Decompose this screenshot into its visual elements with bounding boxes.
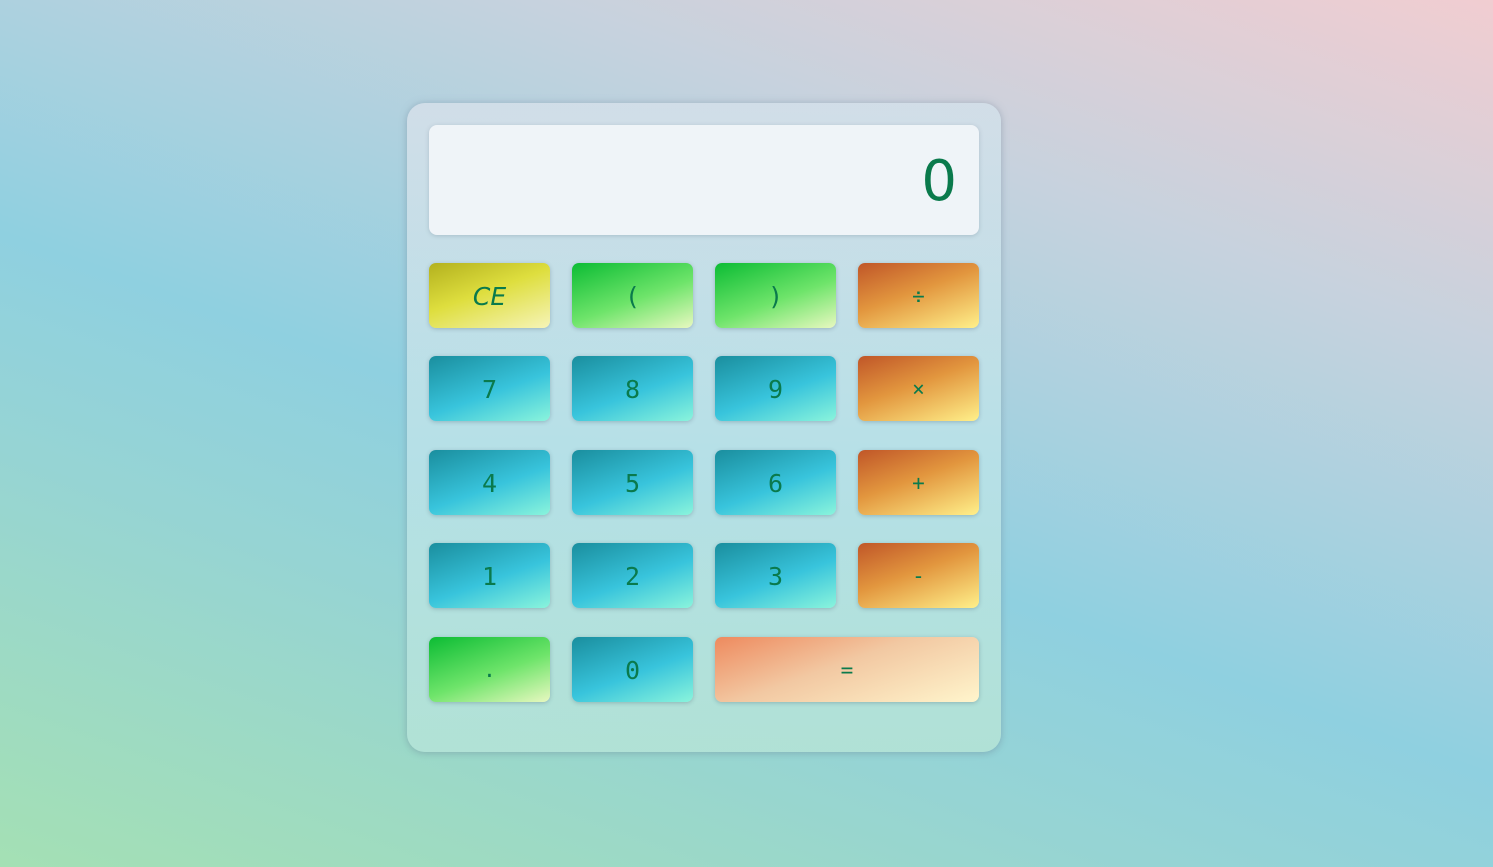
decimal-button[interactable]: . <box>429 637 550 702</box>
digit-9-button[interactable]: 9 <box>715 356 836 421</box>
display: 0 <box>429 125 979 235</box>
display-value: 0 <box>921 149 957 214</box>
digit-8-button[interactable]: 8 <box>572 356 693 421</box>
multiply-button[interactable]: × <box>858 356 979 421</box>
divide-button[interactable]: ÷ <box>858 263 979 328</box>
digit-6-button[interactable]: 6 <box>715 450 836 515</box>
digit-2-button[interactable]: 2 <box>572 543 693 608</box>
clear-entry-button[interactable]: CE <box>429 263 550 328</box>
equals-button[interactable]: = <box>715 637 979 702</box>
open-paren-button[interactable]: ( <box>572 263 693 328</box>
close-paren-button[interactable]: ) <box>715 263 836 328</box>
digit-4-button[interactable]: 4 <box>429 450 550 515</box>
digit-3-button[interactable]: 3 <box>715 543 836 608</box>
digit-0-button[interactable]: 0 <box>572 637 693 702</box>
digit-1-button[interactable]: 1 <box>429 543 550 608</box>
digit-5-button[interactable]: 5 <box>572 450 693 515</box>
calculator: 0 CE ( ) ÷ 7 8 9 × 4 5 6 + 1 2 3 - . 0 = <box>407 103 1001 752</box>
digit-7-button[interactable]: 7 <box>429 356 550 421</box>
add-button[interactable]: + <box>858 450 979 515</box>
subtract-button[interactable]: - <box>858 543 979 608</box>
